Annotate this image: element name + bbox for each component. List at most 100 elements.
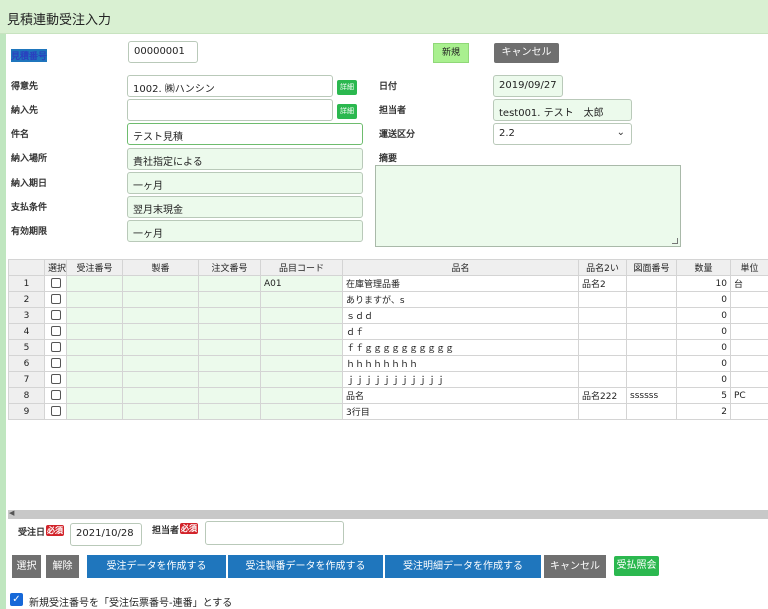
col-header-order-no[interactable]: 受注番号 — [66, 259, 123, 276]
select-cell[interactable] — [44, 307, 67, 324]
table-row[interactable]: 5 ｆｆｇｇｇｇｇｇｇｇｇｇ 0 — [8, 339, 768, 356]
col-header-po-no[interactable]: 注文番号 — [198, 259, 261, 276]
po-no-cell[interactable] — [198, 275, 261, 292]
drawing-no-cell[interactable] — [626, 323, 677, 340]
order-no-cell[interactable] — [66, 371, 123, 388]
payment-field[interactable]: 翌月末現金 — [127, 196, 363, 218]
order-no-cell[interactable] — [66, 339, 123, 356]
create-detail-button[interactable]: 受注明細データを作成する — [385, 555, 541, 578]
row-select-checkbox[interactable] — [50, 406, 61, 417]
order-no-cell[interactable] — [66, 355, 123, 372]
new-button[interactable]: 新規 — [433, 43, 469, 63]
drawing-no-cell[interactable] — [626, 307, 677, 324]
col-header-drawing-no[interactable]: 図面番号 — [626, 259, 677, 276]
select-cell[interactable] — [44, 371, 67, 388]
col-header-item-name2[interactable]: 品名2い — [578, 259, 627, 276]
item-code-cell[interactable] — [260, 387, 343, 404]
qty-cell[interactable]: 0 — [676, 371, 731, 388]
footer-cancel-button[interactable]: キャンセル — [544, 555, 606, 578]
select-button[interactable]: 選択 — [12, 555, 41, 578]
po-no-cell[interactable] — [198, 371, 261, 388]
unit-cell[interactable]: PC — [730, 387, 768, 404]
order-no-cell[interactable] — [66, 291, 123, 308]
delivery-period-field[interactable]: 一ヶ月 — [127, 172, 363, 194]
col-header-qty[interactable]: 数量 — [676, 259, 731, 276]
delivery-place-field[interactable]: 貴社指定による — [127, 148, 363, 170]
order-no-cell[interactable] — [66, 323, 123, 340]
qty-cell[interactable]: 0 — [676, 355, 731, 372]
table-row[interactable]: 9 3行目 2 — [8, 403, 768, 420]
seiban-cell[interactable] — [122, 371, 199, 388]
qty-cell[interactable]: 10 — [676, 275, 731, 292]
item-code-cell[interactable] — [260, 371, 343, 388]
unit-cell[interactable] — [730, 355, 768, 372]
table-row[interactable]: 3 ｓｄｄ 0 — [8, 307, 768, 324]
col-header-unit[interactable]: 単位 — [730, 259, 768, 276]
item-name-cell[interactable]: 3行目 — [342, 403, 579, 420]
item-code-cell[interactable] — [260, 291, 343, 308]
seiban-cell[interactable] — [122, 387, 199, 404]
shipping-select[interactable]: 2.2 ⌄ — [493, 123, 632, 145]
item-name-cell[interactable]: ｄｆ — [342, 323, 579, 340]
col-header-seiban[interactable]: 製番 — [122, 259, 199, 276]
qty-cell[interactable]: 2 — [676, 403, 731, 420]
item-name-cell[interactable]: 品名 — [342, 387, 579, 404]
ship-to-field[interactable] — [127, 99, 333, 121]
create-seiban-button[interactable]: 受注製番データを作成する — [228, 555, 383, 578]
item-name-cell[interactable]: ｆｆｇｇｇｇｇｇｇｇｇｇ — [342, 339, 579, 356]
qty-cell[interactable]: 0 — [676, 307, 731, 324]
item-code-cell[interactable] — [260, 323, 343, 340]
unit-cell[interactable] — [730, 323, 768, 340]
unit-cell[interactable] — [730, 371, 768, 388]
item-name-cell[interactable]: ｊｊｊｊｊｊｊｊｊｊｊ — [342, 371, 579, 388]
item-name2-cell[interactable] — [578, 291, 627, 308]
unit-cell[interactable] — [730, 403, 768, 420]
item-code-cell[interactable] — [260, 355, 343, 372]
select-cell[interactable] — [44, 355, 67, 372]
item-name-cell[interactable]: 在庫管理品番 — [342, 275, 579, 292]
col-header-item-name[interactable]: 品名 — [342, 259, 579, 276]
item-name2-cell[interactable] — [578, 307, 627, 324]
item-name2-cell[interactable] — [578, 403, 627, 420]
table-row[interactable]: 8 品名 品名222 ssssss 5 PC — [8, 387, 768, 404]
table-row[interactable]: 2 ありますが、s 0 — [8, 291, 768, 308]
header-cancel-button[interactable]: キャンセル — [494, 43, 559, 63]
po-no-cell[interactable] — [198, 323, 261, 340]
table-row[interactable]: 4 ｄｆ 0 — [8, 323, 768, 340]
col-header-select[interactable]: 選択 — [44, 259, 67, 276]
unit-cell[interactable] — [730, 307, 768, 324]
select-cell[interactable] — [44, 291, 67, 308]
item-name2-cell[interactable] — [578, 323, 627, 340]
quote-no-field[interactable]: 00000001 — [128, 41, 198, 63]
qty-cell[interactable]: 0 — [676, 339, 731, 356]
row-select-checkbox[interactable] — [50, 326, 61, 337]
drawing-no-cell[interactable] — [626, 291, 677, 308]
order-no-cell[interactable] — [66, 403, 123, 420]
item-name-cell[interactable]: ｓｄｄ — [342, 307, 579, 324]
item-name-cell[interactable]: ありますが、s — [342, 291, 579, 308]
validity-field[interactable]: 一ヶ月 — [127, 220, 363, 242]
seq-number-checkbox-label[interactable]: 新規受注番号を「受注伝票番号-連番」とする — [29, 594, 232, 609]
qty-cell[interactable]: 5 — [676, 387, 731, 404]
item-name2-cell[interactable] — [578, 355, 627, 372]
drawing-no-cell[interactable]: ssssss — [626, 387, 677, 404]
release-button[interactable]: 解除 — [46, 555, 79, 578]
row-select-checkbox[interactable] — [50, 278, 61, 289]
horizontal-scrollbar[interactable]: ◀ — [8, 509, 768, 519]
item-code-cell[interactable] — [260, 339, 343, 356]
col-header-item-code[interactable]: 品目コード — [260, 259, 343, 276]
create-order-button[interactable]: 受注データを作成する — [87, 555, 226, 578]
footer-staff-field[interactable] — [205, 521, 344, 545]
row-select-checkbox[interactable] — [50, 310, 61, 321]
drawing-no-cell[interactable] — [626, 355, 677, 372]
select-cell[interactable] — [44, 387, 67, 404]
unit-cell[interactable] — [730, 339, 768, 356]
row-select-checkbox[interactable] — [50, 374, 61, 385]
order-no-cell[interactable] — [66, 387, 123, 404]
subject-field[interactable]: テスト見積 — [127, 123, 363, 145]
drawing-no-cell[interactable] — [626, 371, 677, 388]
table-row[interactable]: 1 A01 在庫管理品番 品名2 10 台 — [8, 275, 768, 292]
staff-field[interactable]: test001. テスト 太郎 — [493, 99, 632, 121]
select-cell[interactable] — [44, 403, 67, 420]
item-code-cell[interactable] — [260, 307, 343, 324]
